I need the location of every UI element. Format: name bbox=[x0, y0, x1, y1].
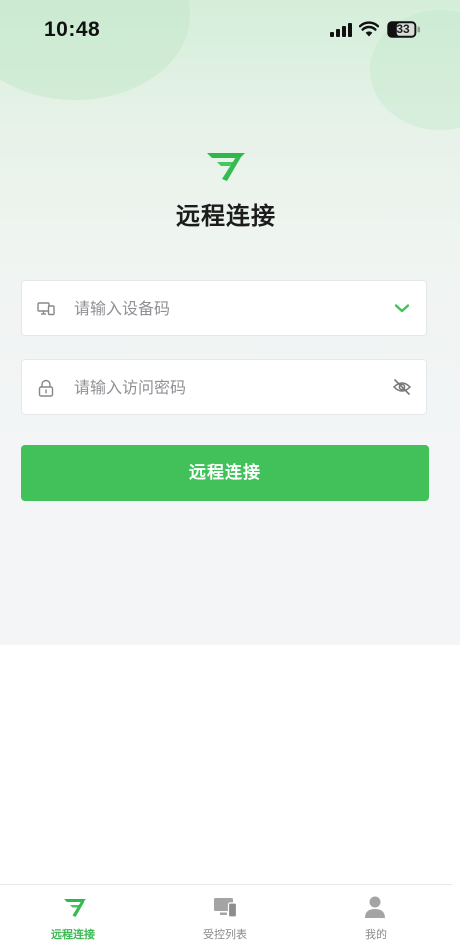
devices-icon bbox=[214, 898, 238, 918]
wifi-icon bbox=[359, 21, 379, 37]
access-password-field[interactable] bbox=[21, 359, 427, 415]
tab-label: 远程连接 bbox=[51, 928, 95, 941]
device-code-field[interactable] bbox=[21, 280, 427, 336]
lock-icon bbox=[38, 379, 54, 397]
signal-icon bbox=[330, 23, 352, 37]
app-screen: 10:48 33 远程连接 请输入设备码 远程连接 远程连接 受控列表 我的 bbox=[0, 0, 460, 952]
tab-profile[interactable]: 我的 bbox=[300, 885, 450, 952]
paper-plane-icon bbox=[64, 899, 86, 917]
page-title: 远程连接 bbox=[176, 202, 276, 230]
status-bar: 10:48 33 bbox=[0, 0, 460, 62]
device-code-input[interactable] bbox=[74, 281, 374, 335]
eye-off-icon[interactable] bbox=[392, 377, 412, 397]
battery-percentage: 33 bbox=[396, 22, 410, 36]
tab-label: 我的 bbox=[365, 928, 387, 941]
devices-icon bbox=[37, 302, 55, 316]
tab-remote-connect[interactable]: 远程连接 bbox=[0, 885, 150, 952]
paper-plane-logo-icon bbox=[207, 153, 245, 181]
chevron-down-icon[interactable] bbox=[392, 298, 412, 318]
tab-controlled-list[interactable]: 受控列表 bbox=[150, 885, 300, 952]
tab-label: 受控列表 bbox=[203, 928, 247, 941]
connect-button[interactable]: 远程连接 bbox=[21, 445, 429, 501]
user-icon bbox=[365, 896, 385, 918]
bottom-tab-bar: 远程连接 受控列表 我的 bbox=[0, 884, 452, 952]
status-time: 10:48 bbox=[44, 18, 101, 41]
access-password-input[interactable] bbox=[74, 360, 374, 414]
